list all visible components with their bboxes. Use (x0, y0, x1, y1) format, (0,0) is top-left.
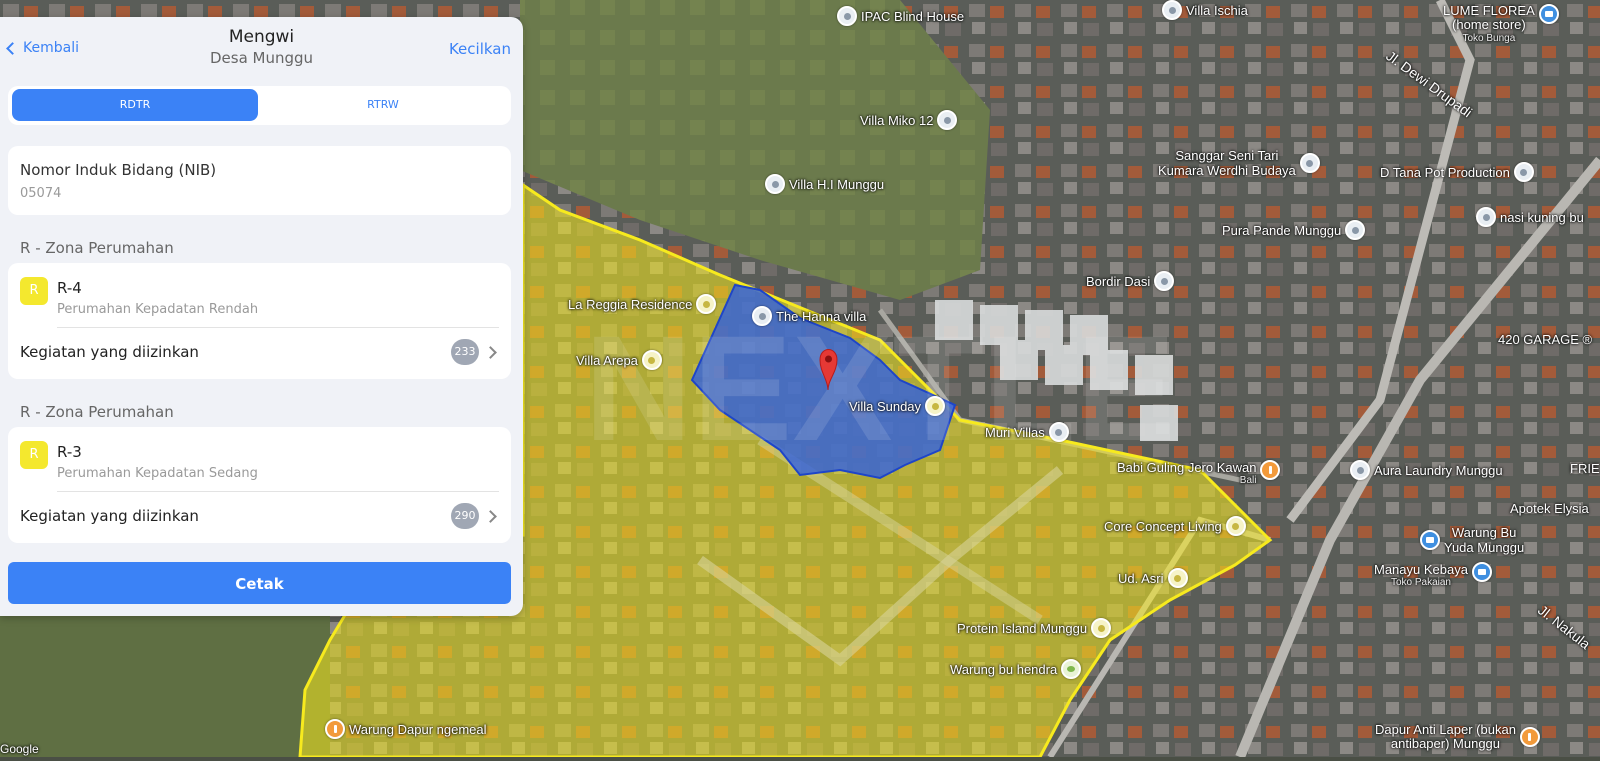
poi-warung-bu-hendra[interactable]: Warung bu hendra (950, 659, 1082, 679)
poi-420-garage[interactable]: 420 GARAGE ® (1498, 332, 1592, 347)
panel-header: Kembali Mengwi Desa Munggu Kecilkan (0, 17, 523, 87)
minimize-button[interactable]: Kecilkan (449, 40, 511, 58)
zone-card: R R-3 Perumahan Kepadatan Sedang Kegiata… (8, 427, 511, 543)
poi-aura-laundry[interactable]: Aura Laundry Munggu (1350, 460, 1503, 480)
poi-warung-bu-yuda[interactable]: Warung Bu Yuda Munggu (1420, 525, 1524, 555)
zone-card: R R-4 Perumahan Kepadatan Rendah Kegiata… (8, 263, 511, 379)
print-button[interactable]: Cetak (8, 562, 511, 604)
nib-label: Nomor Induk Bidang (NIB) (20, 161, 217, 179)
zone-heading: R - Zona Perumahan (20, 403, 174, 421)
pin-icon (641, 350, 662, 370)
map-attribution: Google (0, 742, 39, 756)
panel-title: Mengwi (228, 27, 295, 47)
zone-badge: R (20, 277, 48, 305)
segmented-control: RDTR RTRW (8, 86, 511, 125)
poi-hanna-villa[interactable]: The Hanna villa (752, 306, 866, 326)
nib-card: Nomor Induk Bidang (NIB) 05074 (8, 146, 511, 215)
zone-description: Perumahan Kepadatan Sedang (57, 466, 258, 481)
tab-rdtr[interactable]: RDTR (12, 89, 258, 121)
zone-heading: R - Zona Perumahan (20, 239, 174, 257)
food-icon (325, 719, 345, 739)
pin-icon (1299, 153, 1320, 173)
pin-icon (1513, 162, 1534, 182)
permitted-activities-label: Kegiatan yang diizinkan (20, 507, 199, 525)
pin-icon (837, 6, 857, 26)
poi-apotek-elysia[interactable]: Apotek Elysia (1510, 501, 1589, 516)
pin-icon (1162, 0, 1182, 20)
pin-icon (925, 396, 946, 416)
zone-code: R-3 (57, 443, 82, 461)
shop-icon (1420, 530, 1440, 550)
pin-icon (1154, 271, 1175, 291)
poi-dapur-anti-laper[interactable]: Dapur Anti Laper (bukan antibaper) Munggu (1375, 723, 1540, 751)
pin-icon (937, 110, 958, 130)
poi-muri-villas[interactable]: Muri Villas (985, 422, 1069, 442)
pin-icon (1091, 618, 1112, 638)
poi-pura-pande-munggu[interactable]: Pura Pande Munggu (1222, 220, 1366, 240)
svg-text:NEXTLE: NEXTLE (584, 304, 1176, 472)
info-panel: Kembali Mengwi Desa Munggu Kecilkan RDTR… (0, 17, 523, 616)
nib-value: 05074 (20, 186, 62, 201)
shop-icon (1538, 4, 1559, 24)
pin-icon (1225, 516, 1246, 536)
poi-la-reggia[interactable]: La Reggia Residence (568, 294, 717, 314)
poi-villa-arepa[interactable]: Villa Arepa (576, 350, 662, 370)
poi-frie[interactable]: FRIE (1570, 461, 1600, 476)
poi-villa-ischia[interactable]: Villa Ischia (1162, 0, 1248, 20)
poi-ud-asri[interactable]: Ud. Asri (1118, 568, 1188, 588)
shop-icon (1061, 659, 1082, 679)
poi-protein-island[interactable]: Protein Island Munggu (957, 618, 1112, 638)
shop-icon (1167, 568, 1188, 588)
tab-rtrw[interactable]: RTRW (260, 89, 506, 121)
poi-warung-dapur-ngemeal[interactable]: Warung Dapur ngemeal (325, 719, 487, 739)
pin-icon (696, 294, 717, 314)
panel-subtitle: Desa Munggu (209, 49, 314, 67)
permitted-activities-label: Kegiatan yang diizinkan (20, 343, 199, 361)
poi-core-concept-living[interactable]: Core Concept Living (1104, 516, 1246, 536)
pin-icon (765, 174, 785, 194)
zone-code: R-4 (57, 279, 82, 297)
pin-icon (1476, 207, 1496, 227)
pin-icon (1048, 422, 1069, 442)
shop-icon (1471, 562, 1492, 582)
poi-villa-miko-12[interactable]: Villa Miko 12 (860, 110, 958, 130)
activity-count-badge: 290 (451, 503, 479, 529)
poi-lume-florea[interactable]: LUME FLOREA (home store) Toko Bunga (1443, 4, 1559, 46)
poi-babi-guling[interactable]: Babi Guling Jero Kawan Bali (1117, 460, 1281, 486)
food-icon (1519, 727, 1540, 747)
temple-icon (1345, 220, 1366, 240)
poi-villa-hi-munggu[interactable]: Villa H.I Munggu (765, 174, 884, 194)
activity-count-badge: 233 (451, 339, 479, 365)
poi-d-tana-pot[interactable]: D Tana Pot Production (1380, 162, 1534, 182)
zone-badge: R (20, 441, 48, 469)
poi-ipac-blind-house[interactable]: IPAC Blind House (837, 6, 964, 26)
poi-nasi-kuning[interactable]: nasi kuning bu (1476, 207, 1584, 227)
pin-icon (752, 306, 772, 326)
poi-villa-sunday[interactable]: Villa Sunday (849, 396, 946, 416)
food-icon (1260, 460, 1281, 480)
poi-bordir-dasi[interactable]: Bordir Dasi (1086, 271, 1175, 291)
poi-manayu-kebaya[interactable]: Manayu Kebaya Toko Pakaian (1374, 562, 1492, 588)
pin-icon (1350, 460, 1370, 480)
divider (57, 327, 499, 328)
zone-description: Perumahan Kepadatan Rendah (57, 302, 259, 317)
poi-sanggar-seni-tari[interactable]: Sanggar Seni Tari Kumara Werdhi Budaya (1158, 148, 1320, 178)
divider (57, 491, 499, 492)
